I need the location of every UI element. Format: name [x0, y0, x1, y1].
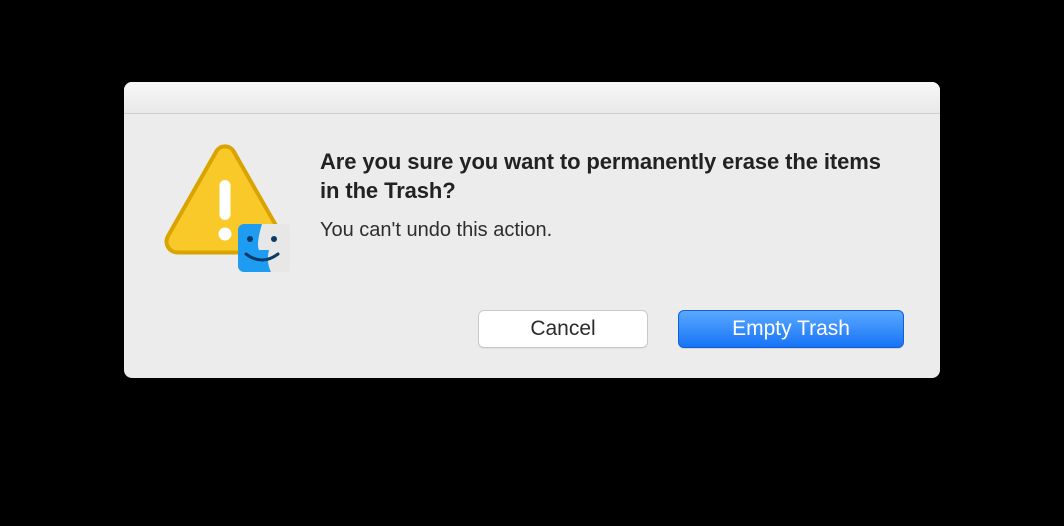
- dialog-text-wrap: Are you sure you want to permanently era…: [320, 144, 904, 274]
- dialog-body: Are you sure you want to permanently era…: [124, 114, 940, 284]
- dialog-icon-wrap: [160, 144, 290, 274]
- dialog-subtext: You can't undo this action.: [320, 219, 904, 242]
- finder-icon: [238, 224, 290, 272]
- dialog-buttons: Cancel Empty Trash: [124, 284, 940, 378]
- empty-trash-dialog: Are you sure you want to permanently era…: [124, 82, 940, 378]
- dialog-headline: Are you sure you want to permanently era…: [320, 148, 904, 205]
- dialog-titlebar: [124, 82, 940, 114]
- empty-trash-button[interactable]: Empty Trash: [678, 310, 904, 348]
- warning-finder-icon: [160, 144, 290, 274]
- cancel-button[interactable]: Cancel: [478, 310, 648, 348]
